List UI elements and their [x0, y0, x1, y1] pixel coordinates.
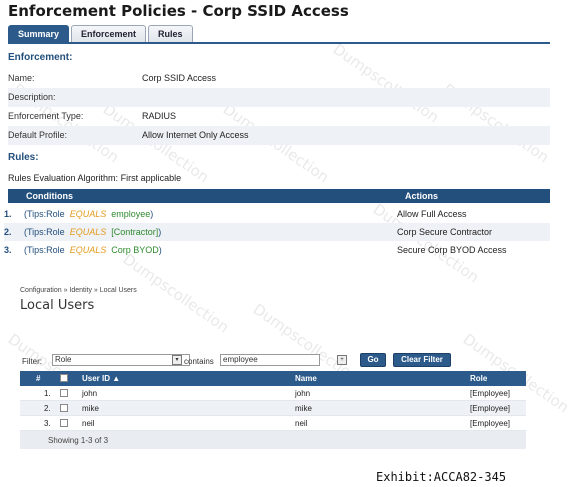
tab-underline [8, 42, 550, 44]
clear-filter-button[interactable]: Clear Filter [393, 353, 451, 367]
exhibit-label: Exhibit:ACCA82-345 [376, 470, 507, 484]
rule-value: employee [111, 209, 151, 219]
field-label: Description: [8, 92, 56, 102]
rules-algorithm: Rules Evaluation Algorithm: First applic… [8, 173, 181, 183]
rule-condition: (Tips:Role EQUALS Corp BYOD) [24, 245, 162, 255]
table-row[interactable]: 2. mike mike [Employee] [20, 401, 526, 416]
table-row[interactable]: 3. neil neil [Employee] [20, 416, 526, 431]
row-userid[interactable]: neil [82, 419, 94, 428]
row-number: 3. [44, 419, 51, 428]
field-type-row: Enforcement Type: RADIUS [8, 107, 550, 126]
rule-attribute: Tips:Role [27, 227, 65, 237]
field-label: Default Profile: [8, 130, 68, 140]
field-label: Name: [8, 73, 35, 83]
field-label: Enforcement Type: [8, 111, 84, 121]
field-value: Corp SSID Access [142, 73, 217, 83]
rule-number: 1. [4, 209, 12, 219]
row-number: 1. [44, 389, 51, 398]
filter-value-input[interactable]: employee [220, 354, 320, 366]
rule-condition: (Tips:Role EQUALS employee) [24, 209, 153, 219]
col-actions: Actions [405, 191, 439, 201]
algorithm-label: Rules Evaluation Algorithm: [8, 173, 119, 183]
filter-bar: Filter: Role ▾ contains employee + Go Cl… [22, 353, 462, 368]
col-userid[interactable]: User ID ▲ [82, 374, 120, 383]
pagination-status: Showing 1-3 of 3 [48, 436, 109, 445]
row-role: [Employee] [470, 404, 511, 413]
rules-table-header: Conditions Actions [8, 189, 550, 203]
filter-operator: contains [184, 357, 214, 366]
rule-paren-close: ) [158, 227, 162, 237]
field-name-row: Name: Corp SSID Access [8, 69, 550, 88]
rule-paren-close: ) [158, 245, 162, 255]
rule-attribute: Tips:Role [27, 245, 65, 255]
rule-operator: EQUALS [69, 227, 107, 237]
select-all-checkbox[interactable] [60, 374, 68, 382]
rule-operator: EQUALS [69, 209, 107, 219]
row-name: neil [295, 419, 308, 428]
row-number: 2. [44, 404, 51, 413]
rule-value: [Contractor] [111, 227, 159, 237]
rule-row: 3. (Tips:Role EQUALS Corp BYOD) Secure C… [4, 241, 550, 259]
row-userid[interactable]: john [82, 389, 97, 398]
breadcrumb[interactable]: Configuration » Identity » Local Users [20, 287, 137, 294]
row-role: [Employee] [470, 389, 511, 398]
filter-label: Filter: [22, 357, 42, 366]
rule-action: Secure Corp BYOD Access [397, 245, 507, 255]
enforcement-heading: Enforcement: [8, 52, 73, 63]
tab-enforcement[interactable]: Enforcement [71, 25, 147, 43]
field-value: RADIUS [142, 111, 177, 121]
rule-operator: EQUALS [69, 245, 107, 255]
rule-paren-close: ) [150, 209, 154, 219]
col-conditions: Conditions [26, 191, 73, 201]
field-value: Allow Internet Only Access [142, 130, 249, 140]
field-description-row: Description: [8, 88, 550, 107]
local-users-table: # User ID ▲ Name Role 1. john john [Empl… [20, 371, 526, 449]
rule-number: 3. [4, 245, 12, 255]
tab-rules[interactable]: Rules [148, 25, 193, 43]
col-name[interactable]: Name [295, 374, 317, 383]
row-name: mike [295, 404, 312, 413]
rules-heading: Rules: [8, 152, 39, 163]
field-default-profile-row: Default Profile: Allow Internet Only Acc… [8, 126, 550, 145]
filter-field-select[interactable]: Role [52, 354, 190, 366]
table-row[interactable]: 1. john john [Employee] [20, 386, 526, 401]
row-checkbox[interactable] [60, 389, 68, 397]
algorithm-value: First applicable [120, 173, 182, 183]
rule-row: 1. (Tips:Role EQUALS employee) Allow Ful… [4, 205, 550, 223]
row-checkbox[interactable] [60, 404, 68, 412]
col-role[interactable]: Role [470, 374, 487, 383]
row-checkbox[interactable] [60, 419, 68, 427]
col-num: # [36, 374, 41, 383]
rule-row: 2. (Tips:Role EQUALS [Contractor]) Corp … [4, 223, 550, 241]
local-users-title: Local Users [20, 298, 95, 313]
row-userid[interactable]: mike [82, 404, 99, 413]
tab-bar: Summary Enforcement Rules [8, 25, 193, 43]
rule-value: Corp BYOD [111, 245, 159, 255]
row-name: john [295, 389, 311, 398]
table-header: # User ID ▲ Name Role [20, 371, 526, 386]
chevron-down-icon[interactable]: ▾ [172, 355, 182, 365]
row-role: [Employee] [470, 419, 511, 428]
table-footer: Showing 1-3 of 3 [20, 431, 526, 449]
rule-condition: (Tips:Role EQUALS [Contractor]) [24, 227, 161, 237]
tab-summary[interactable]: Summary [8, 25, 70, 43]
rule-attribute: Tips:Role [27, 209, 65, 219]
rule-number: 2. [4, 227, 12, 237]
go-button[interactable]: Go [360, 353, 386, 367]
page-title: Enforcement Policies - Corp SSID Access [8, 2, 349, 20]
rule-action: Corp Secure Contractor [397, 227, 493, 237]
rule-action: Allow Full Access [397, 209, 467, 219]
add-filter-icon[interactable]: + [337, 355, 347, 365]
